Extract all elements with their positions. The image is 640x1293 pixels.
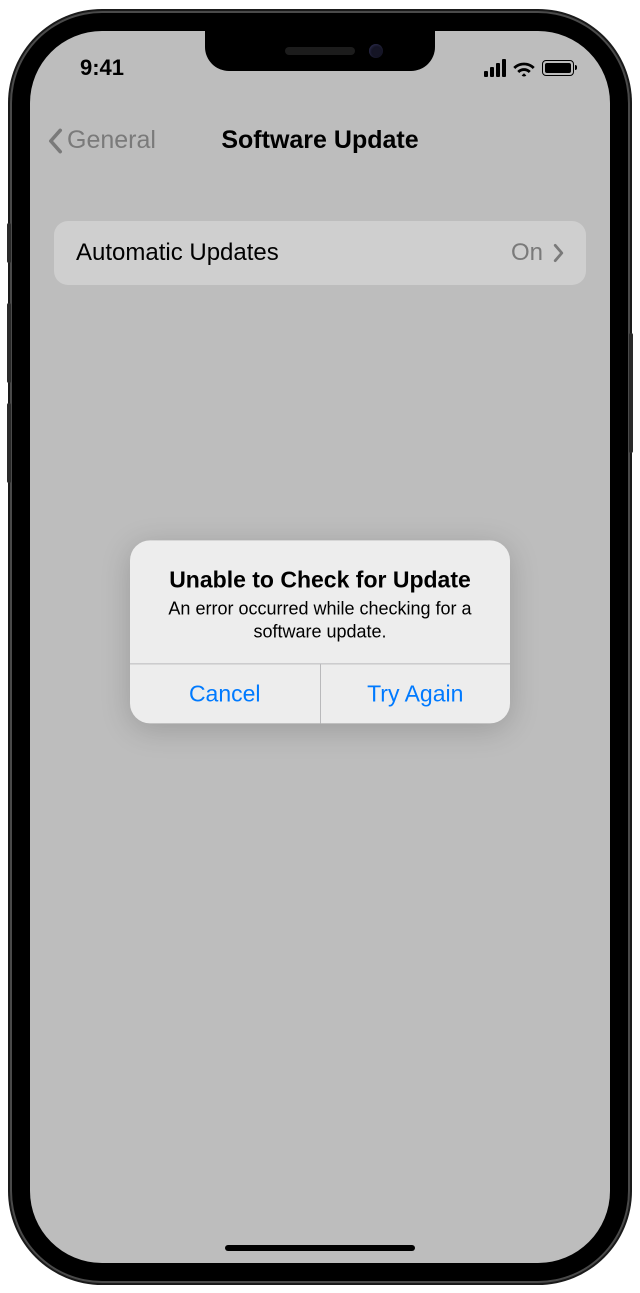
front-camera	[369, 44, 383, 58]
alert-title: Unable to Check for Update	[152, 566, 488, 593]
chevron-left-icon	[48, 128, 63, 154]
alert-buttons: Cancel Try Again	[130, 664, 510, 724]
side-button-mute	[7, 223, 11, 263]
home-indicator[interactable]	[225, 1245, 415, 1251]
phone-frame: 9:41 General Software Update	[12, 13, 628, 1281]
side-button-vol-up	[7, 303, 11, 383]
side-button-power	[629, 333, 633, 453]
battery-icon	[542, 60, 574, 76]
alert-body: Unable to Check for Update An error occu…	[130, 540, 510, 664]
row-label: Automatic Updates	[76, 239, 279, 267]
status-time: 9:41	[64, 55, 124, 81]
alert-dialog: Unable to Check for Update An error occu…	[130, 540, 510, 724]
back-button[interactable]: General	[48, 126, 156, 155]
content-area: Automatic Updates On	[54, 221, 586, 285]
try-again-button[interactable]: Try Again	[321, 665, 511, 724]
status-right	[484, 59, 576, 77]
row-value: On	[511, 239, 543, 267]
automatic-updates-row[interactable]: Automatic Updates On	[54, 221, 586, 285]
notch	[205, 31, 435, 71]
wifi-icon	[513, 59, 535, 77]
side-button-vol-down	[7, 403, 11, 483]
back-label: General	[67, 126, 156, 155]
row-accessory: On	[511, 239, 564, 267]
speaker-grille	[285, 47, 355, 55]
screen: 9:41 General Software Update	[30, 31, 610, 1263]
alert-message: An error occurred while checking for a s…	[152, 597, 488, 644]
cancel-button[interactable]: Cancel	[130, 665, 321, 724]
navigation-bar: General Software Update	[30, 111, 610, 171]
cellular-icon	[484, 59, 506, 77]
chevron-right-icon	[553, 243, 564, 263]
